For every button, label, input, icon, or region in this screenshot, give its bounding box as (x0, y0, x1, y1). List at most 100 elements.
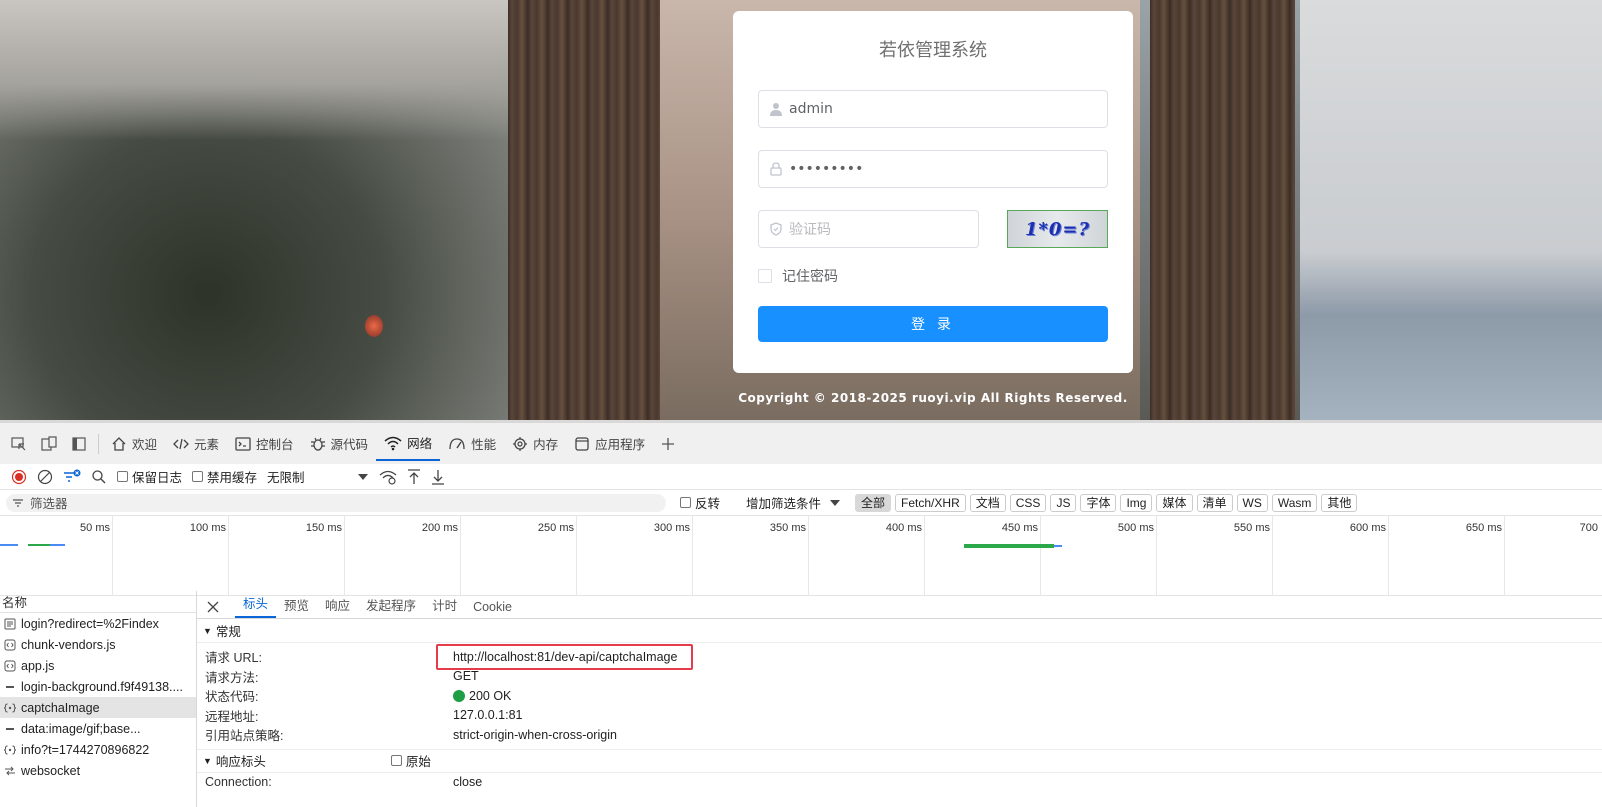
type-filter-css[interactable]: CSS (1009, 493, 1047, 512)
invert-option[interactable]: 反转 (680, 493, 720, 512)
type-filter-js[interactable]: JS (1050, 493, 1077, 512)
response-headers-section-header[interactable]: ▼ 响应标头 原始 (197, 748, 1602, 773)
timeline-gridline (1156, 516, 1157, 596)
tab-preview[interactable]: 预览 (276, 595, 317, 618)
preserve-log-label: 保留日志 (132, 471, 183, 485)
disable-cache-option[interactable]: 禁用缓存 (192, 467, 257, 486)
login-title: 若依管理系统 (879, 40, 987, 61)
close-icon[interactable] (207, 596, 223, 618)
clear-icon[interactable] (37, 469, 53, 485)
type-filter-fetch-xhr[interactable]: Fetch/XHR (895, 493, 966, 512)
filter-input[interactable]: 筛选器 (6, 493, 666, 512)
tab-elements-label: 元素 (194, 438, 220, 452)
type-filter-img[interactable]: Img (1120, 493, 1153, 512)
tab-initiator[interactable]: 发起程序 (358, 595, 424, 618)
header-value: close (453, 775, 483, 790)
type-filter-ws[interactable]: WS (1236, 493, 1268, 512)
request-item-chunk-vendors[interactable]: chunk-vendors.js (0, 634, 196, 655)
request-item-info[interactable]: info?t=1744270896822 (0, 739, 196, 760)
device-emulation-icon[interactable] (38, 433, 60, 455)
captcha-input[interactable]: 验证码 (758, 210, 979, 248)
header-row-request-url: 请求 URL: http://localhost:81/dev-api/capt… (197, 643, 1602, 670)
tab-response[interactable]: 响应 (317, 595, 358, 618)
request-item-websocket[interactable]: websocket (0, 760, 196, 781)
type-filter-wasm[interactable]: Wasm (1271, 493, 1318, 512)
tab-timing[interactable]: 计时 (424, 595, 465, 618)
tab-application[interactable]: 应用程序 (566, 427, 653, 461)
preserve-log-option[interactable]: 保留日志 (117, 467, 182, 486)
captcha-image[interactable]: 1*0=? (1007, 210, 1108, 248)
record-icon[interactable] (11, 469, 27, 485)
password-field[interactable]: ••••••••• (758, 150, 1108, 188)
tab-console[interactable]: 控制台 (227, 427, 302, 461)
request-list: 名称 login?redirect=%2Findex chunk-vendors… (0, 591, 197, 807)
network-timeline[interactable]: 50 ms 100 ms 150 ms 200 ms 250 ms 300 ms… (0, 516, 1602, 596)
disable-cache-checkbox[interactable] (192, 471, 204, 482)
remember-password[interactable]: 记住密码 (758, 266, 1108, 286)
network-conditions-icon[interactable] (379, 469, 397, 485)
type-filter-other[interactable]: 其他 (1321, 493, 1358, 512)
tab-memory[interactable]: 内存 (504, 427, 566, 461)
bug-icon (310, 436, 326, 452)
throttle-select[interactable]: 无限制 (267, 467, 347, 486)
type-filter-manifest[interactable]: 清单 (1196, 493, 1233, 512)
request-item-app-js[interactable]: app.js (0, 655, 196, 676)
request-item-login[interactable]: login?redirect=%2Findex (0, 613, 196, 634)
tab-network[interactable]: 网络 (376, 427, 441, 461)
tab-performance[interactable]: 性能 (440, 427, 504, 461)
more-filters-label: 增加筛选条件 (746, 497, 822, 511)
login-page: 若依管理系统 admin ••••••••• 验证码 1*0=? 记住密码 登 … (0, 0, 1602, 420)
chevron-down-icon[interactable] (357, 472, 369, 482)
timeline-tick: 600 ms (1349, 522, 1386, 534)
copyright-text: Copyright © 2018-2025 ruoyi.vip All Righ… (738, 391, 1128, 405)
home-icon (111, 436, 127, 452)
login-button[interactable]: 登 录 (758, 306, 1108, 342)
xhr-icon (4, 744, 16, 756)
shield-icon (770, 222, 782, 236)
devtools-tabbar: 欢迎 元素 控制台 源代码 网络 性能 内存 应用程序 (0, 420, 1602, 464)
type-filter-all[interactable]: 全部 (855, 493, 892, 512)
download-icon[interactable] (431, 469, 445, 485)
network-lower-pane: 名称 login?redirect=%2Findex chunk-vendors… (0, 591, 1602, 807)
disable-cache-label: 禁用缓存 (207, 471, 258, 485)
tab-elements[interactable]: 元素 (165, 427, 227, 461)
remember-checkbox[interactable] (758, 269, 772, 283)
type-filter-media[interactable]: 媒体 (1156, 493, 1193, 512)
timeline-gridline (576, 516, 577, 596)
filter-toggle-icon[interactable] (63, 469, 81, 485)
image-icon (4, 723, 16, 735)
upload-icon[interactable] (407, 468, 421, 485)
type-filter-doc[interactable]: 文档 (969, 493, 1006, 512)
timeline-gridline (1388, 516, 1389, 596)
dock-side-icon[interactable] (68, 433, 90, 455)
header-key: 请求方法: (205, 670, 259, 685)
request-list-header[interactable]: 名称 (0, 591, 196, 613)
username-field[interactable]: admin (758, 90, 1108, 128)
more-filters-dropdown[interactable]: 增加筛选条件 (746, 493, 841, 512)
tab-sources[interactable]: 源代码 (302, 427, 377, 461)
header-value: 127.0.0.1:81 (453, 708, 523, 723)
timeline-gridline (924, 516, 925, 596)
preserve-log-checkbox[interactable] (117, 471, 128, 482)
request-name: login?redirect=%2Findex (21, 616, 159, 631)
invert-checkbox[interactable] (680, 497, 691, 508)
raw-checkbox[interactable] (390, 755, 402, 766)
tab-welcome[interactable]: 欢迎 (103, 427, 165, 461)
request-item-captcha-image[interactable]: captchaImage (0, 697, 196, 718)
timeline-bar (964, 544, 1054, 548)
devtools-panel: 欢迎 元素 控制台 源代码 网络 性能 内存 应用程序 保留日志 禁用缓存 无限… (0, 420, 1602, 807)
inspect-icon[interactable] (8, 433, 30, 455)
tab-cookies[interactable]: Cookie (465, 600, 520, 618)
raw-option[interactable]: 原始 (390, 751, 431, 770)
tab-headers[interactable]: 标头 (235, 593, 277, 618)
request-item-data-image[interactable]: data:image/gif;base... (0, 718, 196, 739)
timeline-bar (1054, 545, 1062, 547)
script-icon (4, 639, 16, 651)
background-sky (0, 0, 520, 140)
request-item-login-background[interactable]: login-background.f9f49138.... (0, 676, 196, 697)
request-name: captchaImage (21, 700, 100, 715)
add-tab-icon[interactable] (657, 433, 679, 455)
search-icon[interactable] (91, 469, 107, 485)
general-section-header[interactable]: ▼ 常规 (197, 619, 1602, 643)
type-filter-font[interactable]: 字体 (1080, 493, 1117, 512)
